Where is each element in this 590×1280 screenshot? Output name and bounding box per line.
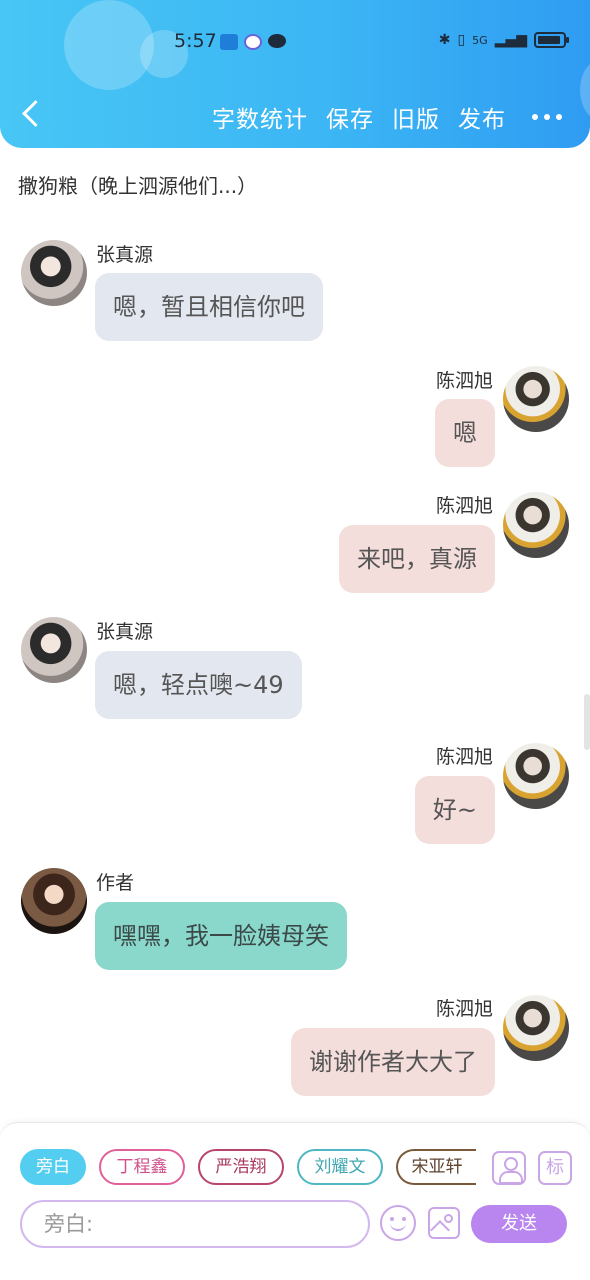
role-chip[interactable]: 丁程鑫 (99, 1149, 185, 1185)
more-icon[interactable] (524, 114, 570, 120)
message-bubble[interactable]: 谢谢作者大大了 (291, 1028, 495, 1096)
emoji-icon[interactable] (380, 1205, 416, 1241)
top-header: 5:57 ✱ ▯ 5G ▂▄▆ 字数统计 保存 旧版 发布 (0, 0, 590, 148)
avatar[interactable] (503, 995, 569, 1061)
speaker-name: 张真源 (96, 621, 154, 643)
bluetooth-icon: ✱ (438, 32, 451, 48)
role-selector: 旁白 丁程鑫 严浩翔 刘耀文 宋亚轩 (20, 1149, 476, 1185)
scrollbar-thumb[interactable] (584, 694, 590, 750)
document-title[interactable]: 撒狗粮（晚上泗源他们...） (18, 170, 257, 199)
header-actions: 字数统计 保存 旧版 发布 (212, 100, 570, 134)
avatar[interactable] (503, 366, 569, 432)
avatar[interactable] (503, 743, 569, 809)
message-icon (268, 34, 286, 48)
avatar[interactable] (21, 240, 87, 306)
message-input[interactable] (20, 1200, 370, 1248)
send-button[interactable]: 发送 (471, 1205, 567, 1243)
publish-button[interactable]: 发布 (458, 100, 506, 134)
role-chip[interactable]: 刘耀文 (297, 1149, 383, 1185)
decor-bubble (580, 60, 590, 120)
network-type: 5G (472, 33, 488, 47)
message-bubble[interactable]: 来吧，真源 (339, 525, 495, 593)
speaker-name: 陈泗旭 (435, 495, 493, 517)
role-chip[interactable]: 宋亚轩 (396, 1149, 476, 1185)
signal-icon: ▂▄▆ (494, 32, 527, 48)
character-icon[interactable] (492, 1151, 526, 1185)
save-button[interactable]: 保存 (326, 100, 374, 134)
back-icon[interactable] (18, 98, 48, 134)
battery-icon (534, 32, 569, 48)
speaker-name: 陈泗旭 (435, 746, 493, 768)
app-notification-icon (220, 34, 238, 50)
status-bar: 5:57 ✱ ▯ 5G ▂▄▆ (0, 28, 590, 58)
system-icons: ✱ ▯ 5G ▂▄▆ (438, 32, 569, 48)
speaker-name: 陈泗旭 (435, 370, 493, 392)
app-notification-icon (244, 34, 262, 50)
word-count-button[interactable]: 字数统计 (212, 100, 308, 134)
old-version-button[interactable]: 旧版 (392, 100, 440, 134)
message-bubble[interactable]: 好~ (414, 776, 495, 844)
avatar[interactable] (21, 617, 87, 683)
speaker-name: 陈泗旭 (435, 998, 493, 1020)
message-bubble[interactable]: 嗯，轻点噢~49 (95, 651, 302, 719)
role-chip-narrator[interactable]: 旁白 (20, 1149, 86, 1185)
message-bubble[interactable]: 嗯，暂且相信你吧 (95, 273, 323, 341)
message-bubble[interactable]: 嗯 (435, 399, 495, 467)
speaker-name: 作者 (96, 872, 135, 894)
message-bubble[interactable]: 嘿嘿，我一脸姨母笑 (95, 902, 347, 970)
avatar[interactable] (21, 868, 87, 934)
status-time: 5:57 (174, 30, 217, 52)
composer-panel: 旁白 丁程鑫 严浩翔 刘耀文 宋亚轩 标 发送 (0, 1122, 590, 1280)
image-icon[interactable] (428, 1207, 460, 1239)
notification-icons (220, 34, 286, 50)
avatar[interactable] (503, 492, 569, 558)
role-chip[interactable]: 严浩翔 (198, 1149, 284, 1185)
vibrate-icon: ▯ (457, 32, 466, 48)
mark-button[interactable]: 标 (538, 1151, 572, 1185)
speaker-name: 张真源 (96, 244, 154, 266)
